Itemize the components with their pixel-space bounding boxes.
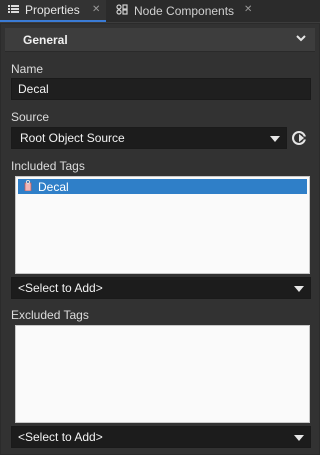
included-tags-add-dropdown[interactable]: <Select to Add> [11,277,311,299]
list-item[interactable]: Decal [18,179,307,194]
included-tags-list[interactable]: Decal [15,176,310,274]
excluded-tags-list[interactable] [15,325,310,423]
tab-node-components-label: Node Components [134,4,235,18]
dropdown-arrow-icon [294,286,304,292]
tag-icon [24,179,32,194]
tab-properties-label: Properties [25,3,80,17]
tab-bar: Properties ✕ Node Components ✕ [0,0,320,23]
included-tags-label: Included Tags [11,159,85,173]
list-icon [8,3,19,17]
dropdown-arrow-icon [294,435,304,441]
source-value: Root Object Source [20,131,125,145]
excluded-tags-add-dropdown[interactable]: <Select to Add> [11,426,311,448]
close-icon[interactable]: ✕ [92,4,100,15]
add-dropdown-value: <Select to Add> [18,430,103,444]
name-field[interactable]: Decal [11,78,311,100]
excluded-tags-label: Excluded Tags [11,308,89,322]
properties-panel: General Name Decal Source Root Object So… [1,24,319,454]
name-value: Decal [18,82,49,96]
dropdown-arrow-icon [270,136,280,142]
chevron-down-icon[interactable] [295,32,307,47]
close-icon[interactable]: ✕ [244,4,252,15]
source-label: Source [11,110,50,124]
name-label: Name [11,62,44,76]
components-icon [116,4,128,18]
reset-icon[interactable] [291,130,307,149]
add-dropdown-value: <Select to Add> [18,281,103,295]
list-item-label: Decal [38,179,69,194]
group-title: General [23,32,68,47]
group-header-general[interactable]: General [5,28,315,52]
source-dropdown[interactable]: Root Object Source [11,127,287,149]
tab-node-components[interactable]: Node Components ✕ [108,0,258,22]
tab-properties[interactable]: Properties ✕ [0,0,106,22]
